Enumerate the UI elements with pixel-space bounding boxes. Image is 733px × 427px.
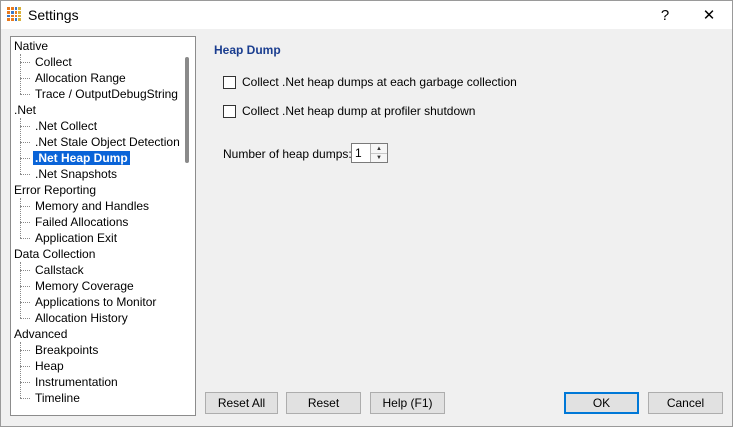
tree-item-label: Allocation History — [35, 311, 128, 325]
tree-item[interactable]: Allocation History — [33, 310, 130, 326]
tree-connector — [20, 62, 30, 63]
spin-down-icon[interactable]: ▼ — [371, 153, 387, 162]
tree-connector — [20, 78, 30, 79]
collect-shutdown-checkbox-row[interactable]: Collect .Net heap dump at profiler shutd… — [223, 104, 475, 118]
scrollbar-thumb[interactable] — [185, 57, 189, 163]
tree-connector — [20, 118, 21, 174]
tree-connector — [20, 262, 21, 318]
tree-item-label: Collect — [35, 55, 72, 69]
heap-dumps-label: Number of heap dumps: — [223, 147, 352, 161]
tree-item[interactable]: Memory Coverage — [33, 278, 136, 294]
tree-item[interactable]: Callstack — [33, 262, 86, 278]
tree-category[interactable]: Data Collection — [14, 246, 95, 262]
tree-item-label: Trace / OutputDebugString — [35, 87, 178, 101]
collect-gc-label: Collect .Net heap dumps at each garbage … — [242, 75, 517, 89]
tree-connector — [20, 350, 30, 351]
tree-connector — [20, 174, 30, 175]
tree-item-label: Memory and Handles — [35, 199, 150, 213]
panel-title: Heap Dump — [214, 43, 281, 57]
app-icon — [7, 7, 21, 21]
title-bar: Settings ? ✕ — [1, 1, 732, 29]
collect-shutdown-label: Collect .Net heap dump at profiler shutd… — [242, 104, 476, 118]
tree-category[interactable]: Error Reporting — [14, 182, 96, 198]
tree-item-label: Timeline — [35, 391, 80, 405]
reset-all-button[interactable]: Reset All — [205, 392, 278, 414]
tree-connector — [20, 302, 30, 303]
tree-connector — [20, 198, 21, 238]
tree-item-label: Memory Coverage — [35, 279, 134, 293]
spinner-buttons: ▲ ▼ — [370, 144, 387, 162]
collect-gc-checkbox-row[interactable]: Collect .Net heap dumps at each garbage … — [223, 75, 517, 89]
tree-item[interactable]: Heap — [33, 358, 66, 374]
tree-item-label: Applications to Monitor — [35, 295, 157, 309]
tree-item-label: Data Collection — [14, 247, 96, 261]
tree-connector — [20, 366, 30, 367]
ok-button[interactable]: OK — [564, 392, 639, 414]
tree-item[interactable]: .Net Heap Dump — [33, 150, 130, 166]
tree-item-label: Advanced — [14, 327, 68, 341]
tree-item[interactable]: .Net Collect — [33, 118, 99, 134]
tree-item-label: .Net Collect — [35, 119, 98, 133]
tree-connector — [20, 222, 30, 223]
tree-category[interactable]: Native — [14, 38, 48, 54]
tree-connector — [20, 54, 21, 94]
tree-item-label: Native — [14, 39, 49, 53]
tree-item-label: Instrumentation — [35, 375, 118, 389]
tree-connector — [20, 270, 30, 271]
tree-item-label: Callstack — [35, 263, 84, 277]
tree-item[interactable]: Timeline — [33, 390, 82, 406]
tree-item[interactable]: Application Exit — [33, 230, 119, 246]
tree-item-label: .Net — [14, 103, 37, 117]
tree-category[interactable]: Advanced — [14, 326, 67, 342]
tree-item[interactable]: Trace / OutputDebugString — [33, 86, 180, 102]
tree-item-label: Application Exit — [35, 231, 118, 245]
tree-item[interactable]: Memory and Handles — [33, 198, 151, 214]
tree-item[interactable]: Applications to Monitor — [33, 294, 158, 310]
tree-scrollbar[interactable] — [179, 37, 195, 415]
tree-item[interactable]: Instrumentation — [33, 374, 120, 390]
tree-item[interactable]: Collect — [33, 54, 74, 70]
tree-item-label: Failed Allocations — [35, 215, 129, 229]
cancel-button[interactable]: Cancel — [648, 392, 723, 414]
tree-item-label: .Net Stale Object Detection — [35, 135, 180, 149]
settings-tree[interactable]: Native Collect Allocation Range Trace / Out… — [10, 36, 196, 416]
tree-item-label: Breakpoints — [35, 343, 99, 357]
tree-connector — [20, 126, 30, 127]
tree-category[interactable]: .Net — [14, 102, 36, 118]
heap-dumps-value[interactable]: 1 — [355, 146, 362, 160]
help-titlebar-button[interactable]: ? — [643, 1, 687, 29]
tree-connector — [20, 94, 30, 95]
window-title: Settings — [28, 7, 79, 23]
tree-item[interactable]: .Net Snapshots — [33, 166, 119, 182]
heap-dumps-spinner[interactable]: 1 ▲ ▼ — [351, 143, 388, 163]
tree-item[interactable]: Allocation Range — [33, 70, 128, 86]
tree-item[interactable]: .Net Stale Object Detection — [33, 134, 182, 150]
help-button[interactable]: Help (F1) — [370, 392, 445, 414]
tree-item[interactable]: Failed Allocations — [33, 214, 130, 230]
tree-item-label: .Net Heap Dump — [33, 151, 130, 165]
tree-item[interactable]: Breakpoints — [33, 342, 100, 358]
tree-connector — [20, 158, 30, 159]
tree-item-label: .Net Snapshots — [35, 167, 118, 181]
tree-connector — [20, 206, 30, 207]
tree-connector — [20, 238, 30, 239]
collect-shutdown-checkbox[interactable] — [223, 104, 236, 118]
tree-connector — [20, 342, 21, 398]
collect-gc-checkbox[interactable] — [223, 75, 236, 89]
tree-connector — [20, 318, 30, 319]
tree-item-label: Heap — [35, 359, 64, 373]
tree-item-label: Allocation Range — [35, 71, 126, 85]
reset-button[interactable]: Reset — [286, 392, 361, 414]
tree-connector — [20, 286, 30, 287]
tree-connector — [20, 382, 30, 383]
tree-connector — [20, 398, 30, 399]
tree-connector — [20, 142, 30, 143]
tree-item-label: Error Reporting — [14, 183, 97, 197]
close-button[interactable]: ✕ — [687, 1, 731, 29]
settings-window: Settings ? ✕ Native Collect Allocation Ran… — [0, 0, 733, 427]
